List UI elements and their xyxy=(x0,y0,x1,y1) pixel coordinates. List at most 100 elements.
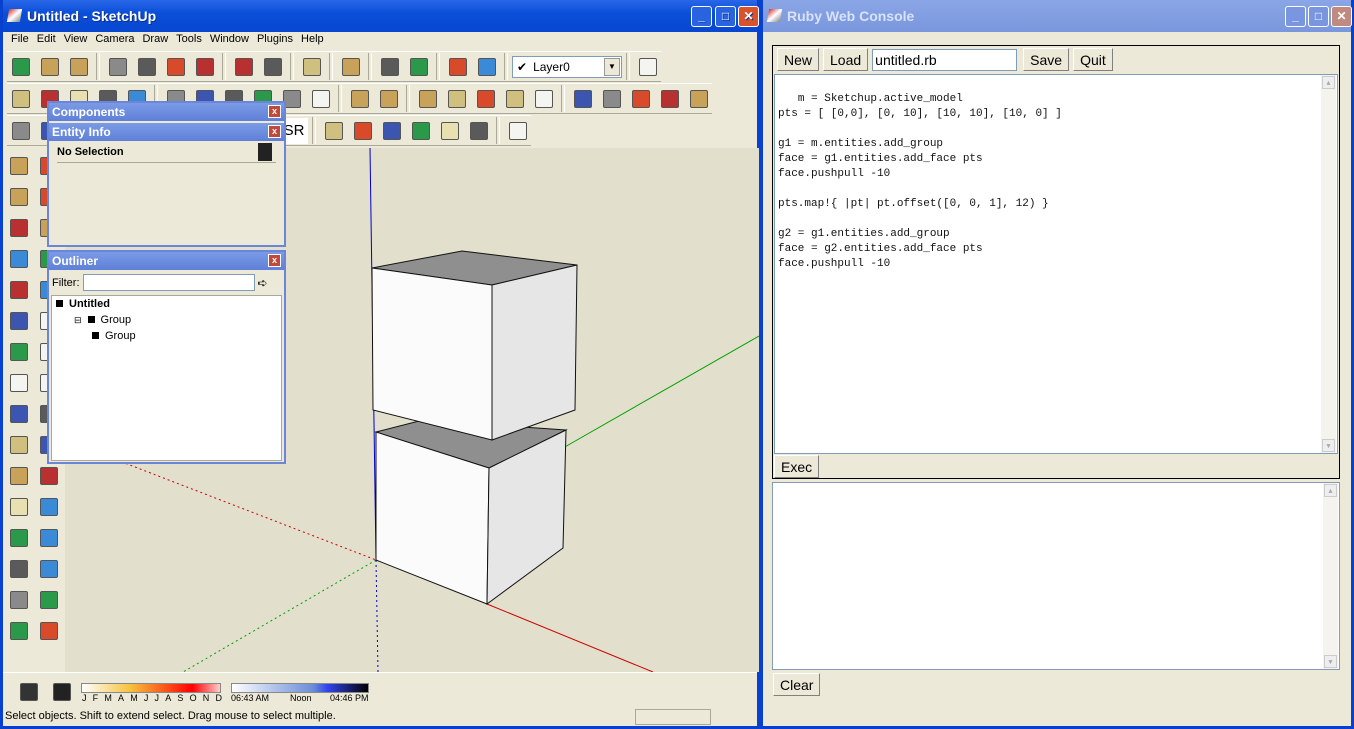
cylinder-icon[interactable] xyxy=(569,85,596,112)
3d-text-icon[interactable] xyxy=(35,462,62,490)
component-share-icon[interactable] xyxy=(634,53,661,80)
get-models-icon[interactable] xyxy=(376,53,403,80)
position-camera-icon[interactable] xyxy=(5,586,32,614)
menu-tools[interactable]: Tools xyxy=(172,32,206,48)
collapse-tree-icon[interactable]: ⊟ xyxy=(74,315,82,325)
sword-icon[interactable] xyxy=(436,117,463,144)
protractor-icon[interactable] xyxy=(5,431,32,459)
section-plane-icon[interactable] xyxy=(35,617,62,645)
menu-plugins[interactable]: Plugins xyxy=(253,32,297,48)
pan-icon[interactable] xyxy=(35,493,62,521)
sphere-frame-icon[interactable] xyxy=(320,117,347,144)
minimize-button[interactable]: _ xyxy=(691,6,712,27)
zoom-window-icon[interactable] xyxy=(35,524,62,552)
minimize-button[interactable]: _ xyxy=(1285,6,1306,27)
remove-location-icon[interactable] xyxy=(443,85,470,112)
red-tool-1-icon[interactable] xyxy=(501,85,528,112)
time-slider[interactable] xyxy=(231,683,369,693)
collapse-icon[interactable] xyxy=(258,143,272,161)
black-box-icon[interactable] xyxy=(685,85,712,112)
outliner-item[interactable]: Untitled xyxy=(56,298,277,314)
select-icon[interactable] xyxy=(5,152,32,180)
open-file-icon[interactable] xyxy=(36,53,63,80)
group-box-bottom[interactable] xyxy=(374,419,568,606)
load-button[interactable]: Load xyxy=(823,48,869,71)
close-icon[interactable]: x xyxy=(268,105,281,118)
monochrome-icon[interactable] xyxy=(307,85,334,112)
scale-icon[interactable] xyxy=(5,369,32,397)
cut-icon[interactable] xyxy=(104,53,131,80)
erase-icon[interactable] xyxy=(191,53,218,80)
model-info-icon[interactable] xyxy=(337,53,364,80)
color-box-icon[interactable] xyxy=(346,85,373,112)
orbit-icon[interactable] xyxy=(5,493,32,521)
output-area[interactable]: ▲ ▼ xyxy=(772,482,1340,670)
exec-button[interactable]: Exec xyxy=(774,455,820,478)
menu-window[interactable]: Window xyxy=(206,32,253,48)
close-icon[interactable]: x xyxy=(268,125,281,138)
push-pin-icon[interactable] xyxy=(465,117,492,144)
walk-icon[interactable] xyxy=(5,617,32,645)
display-shadows-icon[interactable] xyxy=(48,678,75,705)
look-around-icon[interactable] xyxy=(35,586,62,614)
month-slider[interactable] xyxy=(81,683,221,693)
maximize-button[interactable]: □ xyxy=(715,6,736,27)
get-component-icon[interactable] xyxy=(473,53,500,80)
axes-icon[interactable] xyxy=(598,85,625,112)
maximize-button[interactable]: □ xyxy=(1308,6,1329,27)
scrollbar[interactable]: ▲ ▼ xyxy=(1323,483,1338,669)
polygon-icon[interactable] xyxy=(5,276,32,304)
outliner-item[interactable]: Group xyxy=(56,330,277,346)
close-button[interactable]: ✕ xyxy=(1331,6,1352,27)
share-model-icon[interactable] xyxy=(405,53,432,80)
menu-draw[interactable]: Draw xyxy=(138,32,172,48)
layer-select[interactable]: ✔ Layer0 ▼ xyxy=(512,55,622,78)
menu-camera[interactable]: Camera xyxy=(91,32,138,48)
red-tool-2-icon[interactable] xyxy=(530,85,557,112)
new-file-icon[interactable] xyxy=(7,53,34,80)
close-icon[interactable]: x xyxy=(268,254,281,267)
menu-edit[interactable]: Edit xyxy=(33,32,60,48)
next-icon[interactable] xyxy=(35,555,62,583)
redo-icon[interactable] xyxy=(259,53,286,80)
paste-icon[interactable] xyxy=(162,53,189,80)
menu-help[interactable]: Help xyxy=(297,32,328,48)
quit-button[interactable]: Quit xyxy=(1073,48,1113,71)
axes-tool-icon[interactable] xyxy=(5,462,32,490)
previous-icon[interactable] xyxy=(5,555,32,583)
peak-icon[interactable] xyxy=(407,117,434,144)
texture-box-icon[interactable] xyxy=(375,85,402,112)
layers-icon[interactable] xyxy=(656,85,683,112)
details-arrow-icon[interactable]: ➪ xyxy=(258,276,268,290)
group-box-top[interactable] xyxy=(371,250,578,441)
paint-bucket-icon[interactable] xyxy=(5,183,32,211)
scrollbar[interactable]: ▲ ▼ xyxy=(1321,75,1336,453)
code-editor[interactable]: m = Sketchup.active_model pts = [ [0,0],… xyxy=(774,74,1338,454)
print-icon[interactable] xyxy=(298,53,325,80)
entity-info-header[interactable]: Entity Info x xyxy=(49,123,284,141)
add-location-icon[interactable] xyxy=(414,85,441,112)
move-icon[interactable] xyxy=(5,307,32,335)
dashed-line-icon[interactable] xyxy=(627,85,654,112)
rectangle-icon[interactable] xyxy=(5,214,32,242)
filter-input[interactable] xyxy=(82,274,255,291)
sphere-wire-icon[interactable] xyxy=(349,117,376,144)
filename-input[interactable] xyxy=(872,48,1018,71)
tape-measure-icon[interactable] xyxy=(5,400,32,428)
new-button[interactable]: New xyxy=(777,48,820,71)
dropdown-arrow-icon[interactable]: ▼ xyxy=(604,57,620,76)
ruby-icon-icon[interactable] xyxy=(7,85,34,112)
outliner-item[interactable]: ⊟ Group xyxy=(56,314,277,330)
circle-icon[interactable] xyxy=(5,245,32,273)
copy-icon[interactable] xyxy=(133,53,160,80)
share-component-icon[interactable] xyxy=(444,53,471,80)
shadow-settings-icon[interactable] xyxy=(15,678,42,705)
save-button[interactable]: Save xyxy=(1023,48,1070,71)
close-button[interactable]: ✕ xyxy=(738,6,759,27)
refresh-icon[interactable] xyxy=(472,85,499,112)
menu-file[interactable]: File xyxy=(7,32,33,48)
zoom-icon[interactable] xyxy=(5,524,32,552)
cone-icon[interactable] xyxy=(378,117,405,144)
save-icon[interactable] xyxy=(65,53,92,80)
clear-button[interactable]: Clear xyxy=(773,673,821,696)
